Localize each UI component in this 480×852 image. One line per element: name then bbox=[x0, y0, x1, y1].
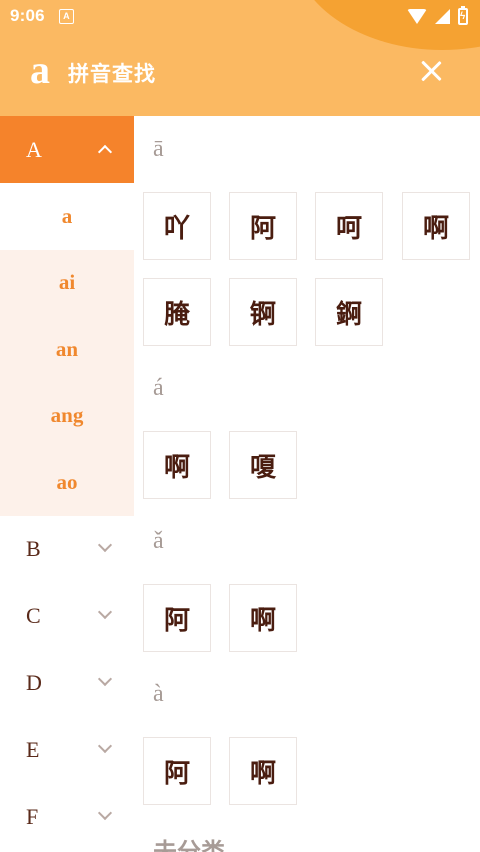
app-bar: a 拼音查找 bbox=[0, 40, 480, 110]
close-button[interactable] bbox=[410, 52, 450, 92]
chevron-down-icon bbox=[97, 604, 113, 619]
pinyin-item-ang[interactable]: ang bbox=[0, 382, 134, 449]
character-cell[interactable]: 阿 bbox=[229, 192, 297, 260]
letter-label: C bbox=[26, 603, 41, 628]
chevron-down-icon bbox=[97, 537, 113, 552]
uncategorized-header: 未分类 bbox=[153, 832, 225, 852]
tone-header: á bbox=[153, 375, 164, 401]
tone-header: ǎ bbox=[153, 528, 164, 554]
chevron-up-icon bbox=[97, 144, 113, 160]
character-cell[interactable]: 啊 bbox=[402, 192, 470, 260]
header: 9:06 A ϟ a 拼音查找 bbox=[0, 0, 480, 116]
character-cell[interactable]: 啊 bbox=[143, 431, 211, 499]
pinyin-item-ao[interactable]: ao bbox=[0, 449, 134, 516]
chevron-down-icon bbox=[97, 738, 113, 753]
character-cell[interactable]: 錒 bbox=[315, 278, 383, 346]
character-cell[interactable]: 嗄 bbox=[229, 431, 297, 499]
status-bar: 9:06 A ϟ bbox=[0, 0, 480, 32]
letter-item-d[interactable]: D bbox=[0, 650, 134, 717]
character-grid: ā吖阿呵啊腌锕錒á啊嗄ǎ阿啊à阿啊未分类 bbox=[134, 116, 480, 852]
letter-label: E bbox=[26, 737, 40, 762]
app-logo: a bbox=[30, 47, 50, 92]
status-icons: ϟ bbox=[407, 5, 468, 25]
tone-header: ā bbox=[153, 136, 164, 162]
page-title: 拼音查找 bbox=[68, 62, 156, 86]
close-icon bbox=[420, 60, 442, 82]
letter-item-b[interactable]: B bbox=[0, 516, 134, 583]
letter-sidebar: A a ai an ang ao B C D E F bbox=[0, 116, 134, 852]
letter-item-a[interactable]: A bbox=[0, 116, 134, 183]
character-cell[interactable]: 呵 bbox=[315, 192, 383, 260]
pinyin-item-a[interactable]: a bbox=[0, 183, 134, 250]
letter-item-f[interactable]: F bbox=[0, 784, 134, 851]
character-cell[interactable]: 锕 bbox=[229, 278, 297, 346]
character-cell[interactable]: 阿 bbox=[143, 584, 211, 652]
notification-icon: A bbox=[58, 8, 74, 24]
letter-label: D bbox=[26, 670, 42, 695]
character-cell[interactable]: 腌 bbox=[143, 278, 211, 346]
tone-header: à bbox=[153, 681, 164, 707]
pinyin-item-an[interactable]: an bbox=[0, 316, 134, 383]
pinyin-item-ai[interactable]: ai bbox=[0, 249, 134, 316]
character-cell[interactable]: 啊 bbox=[229, 737, 297, 805]
character-cell[interactable]: 啊 bbox=[229, 584, 297, 652]
wifi-icon bbox=[407, 8, 427, 24]
battery-bolt: ϟ bbox=[460, 10, 466, 22]
letter-label: B bbox=[26, 536, 41, 561]
battery-icon: ϟ bbox=[458, 5, 468, 25]
pinyin-sublist: a ai an ang ao bbox=[0, 183, 134, 516]
signal-icon bbox=[435, 8, 450, 24]
letter-list: B C D E F bbox=[0, 516, 134, 851]
chevron-down-icon bbox=[97, 671, 113, 686]
character-cell[interactable]: 阿 bbox=[143, 737, 211, 805]
letter-label: F bbox=[26, 804, 39, 829]
letter-item-e[interactable]: E bbox=[0, 717, 134, 784]
character-cell[interactable]: 吖 bbox=[143, 192, 211, 260]
status-time: 9:06 bbox=[10, 6, 45, 25]
letter-item-c[interactable]: C bbox=[0, 583, 134, 650]
letter-label: A bbox=[26, 136, 42, 162]
chevron-down-icon bbox=[97, 805, 113, 820]
